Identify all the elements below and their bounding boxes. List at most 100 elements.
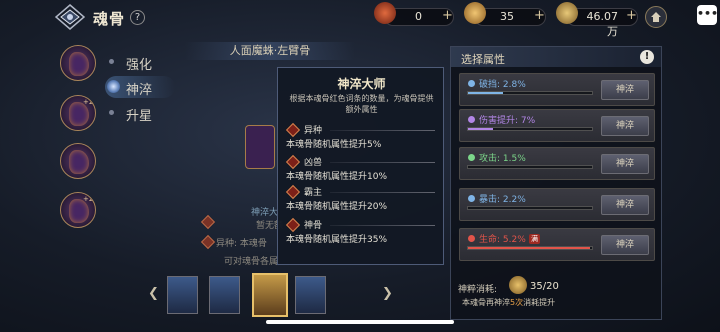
- tab-label: 神淬: [126, 83, 153, 98]
- master-tier-1: 异种 本魂骨随机属性提升5%: [284, 122, 439, 155]
- attribute-progress-fill: [468, 92, 503, 94]
- tier-name: 神骨: [304, 221, 323, 231]
- behind-text-variant: 异种: 本魂骨: [216, 239, 267, 249]
- temper-button[interactable]: 神淬: [601, 235, 649, 255]
- panel-title: 选择属性: [461, 53, 505, 66]
- resource-crimson-crystal-add-button[interactable]: +: [442, 8, 453, 23]
- slot-level-badge: +24: [83, 98, 95, 106]
- soul-medal-icon: [464, 2, 486, 24]
- slot-level-badge: +24: [83, 195, 95, 203]
- attribute-row: 伤害提升: 7% 神淬: [459, 109, 655, 142]
- attribute-dot-icon: [468, 195, 475, 202]
- attribute-progress-bar: [467, 165, 593, 169]
- resource-crimson-crystal-value: 0: [415, 10, 422, 23]
- attribute-row: 攻击: 1.5% 神淬: [459, 147, 655, 180]
- divider: [330, 130, 435, 131]
- soul-bone-icon: [69, 150, 89, 174]
- resource-soul-medal-value: 35: [500, 10, 514, 23]
- attribute-label: 生命: 5.2%: [479, 235, 526, 245]
- home-indicator: [266, 320, 454, 324]
- home-button[interactable]: [645, 6, 667, 28]
- max-tag: 满: [529, 234, 540, 244]
- tab-dot-icon: [109, 110, 114, 115]
- attribute-dot-icon: [468, 116, 475, 123]
- red-gem-icon: [285, 122, 301, 138]
- attribute-dot-icon: [468, 154, 475, 161]
- tooltip-title: 神淬大师: [337, 77, 386, 91]
- temper-button[interactable]: 神淬: [601, 195, 649, 215]
- cost-note-suffix: 消耗提升: [523, 298, 556, 307]
- attribute-dot-icon: [468, 80, 475, 87]
- divider: [330, 162, 435, 163]
- attribute-progress-fill: [468, 128, 493, 130]
- attribute-label: 破挡: 2.8%: [479, 80, 526, 90]
- tooltip-description: 根据本魂骨红色词条的数量，为魂骨提供额外属性: [289, 94, 434, 114]
- master-tier-2: 凶兽 本魂骨随机属性提升10%: [284, 154, 439, 187]
- soul-bone-icon: [69, 52, 89, 76]
- soul-bone-slot-4[interactable]: +24: [60, 192, 96, 228]
- soul-bone-slot-1[interactable]: [60, 45, 96, 81]
- temper-button[interactable]: 神淬: [601, 154, 649, 174]
- character-card[interactable]: [295, 276, 326, 314]
- tab-active-orb-icon: [107, 80, 120, 93]
- tier-effect: 本魂骨随机属性提升5%: [286, 140, 382, 150]
- tab-strengthen[interactable]: 强化: [105, 51, 175, 73]
- attribute-progress-bar: [467, 91, 593, 95]
- panel-header: 选择属性 !: [451, 47, 661, 67]
- resource-gold-coin-add-button[interactable]: +: [626, 8, 637, 23]
- cost-note: 本魂骨再神淬5次消耗提升: [462, 297, 555, 308]
- character-card[interactable]: [209, 276, 240, 314]
- soul-bone-name: 人面魔蛛·左臂骨: [185, 42, 355, 60]
- divider: [330, 225, 435, 226]
- divine-temper-master-tooltip: 神淬大师 根据本魂骨红色词条的数量，为魂骨提供额外属性 异种 本魂骨随机属性提升…: [277, 67, 444, 265]
- soul-bone-emblem-icon: [54, 4, 86, 30]
- cost-note-prefix: 本魂骨再神淬: [462, 298, 510, 307]
- selected-soul-bone-image: [245, 125, 275, 169]
- attribute-progress-fill: [468, 247, 590, 249]
- gold-coin-icon: [556, 2, 578, 24]
- tier-effect: 本魂骨随机属性提升20%: [286, 202, 388, 212]
- character-card-selected[interactable]: [252, 273, 288, 317]
- attribute-progress-bar: [467, 206, 593, 210]
- tab-star-up[interactable]: 升星: [105, 102, 175, 124]
- help-button[interactable]: ?: [130, 10, 145, 25]
- cost-label: 神粹消耗:: [458, 285, 498, 295]
- resource-soul-medal-add-button[interactable]: +: [534, 8, 545, 23]
- attribute-row: 生命: 5.2% 满 神淬: [459, 228, 655, 261]
- prev-character-arrow[interactable]: ❮: [148, 286, 159, 301]
- resource-gold-coin-value: 46.07万: [586, 10, 619, 38]
- behind-text-master: 神淬大: [251, 208, 279, 218]
- chat-button[interactable]: •••: [697, 5, 718, 25]
- tier-effect: 本魂骨随机属性提升10%: [286, 172, 388, 182]
- attribute-row: 暴击: 2.2% 神淬: [459, 188, 655, 221]
- attribute-select-panel: 选择属性 ! 破挡: 2.8% 神淬 伤害提升: 7% 神淬 攻击: 1.5% …: [450, 46, 662, 320]
- soul-bone-slot-3[interactable]: [60, 143, 96, 179]
- red-gem-icon: [285, 217, 301, 233]
- tab-divine-temper[interactable]: 神淬: [105, 76, 175, 98]
- character-card[interactable]: [167, 276, 198, 314]
- crimson-crystal-icon: [374, 2, 396, 24]
- cost-value: 35/20: [530, 281, 559, 292]
- info-button[interactable]: !: [640, 50, 654, 64]
- next-character-arrow[interactable]: ❯: [382, 286, 393, 301]
- tab-label: 升星: [126, 109, 153, 124]
- back-button[interactable]: [54, 4, 86, 30]
- page-title: 魂骨: [93, 10, 126, 28]
- attribute-progress-bar: [467, 246, 593, 250]
- soul-bone-slot-2[interactable]: +24: [60, 95, 96, 131]
- tier-name: 霸主: [304, 188, 323, 198]
- divider: [330, 192, 435, 193]
- attribute-label: 暴击: 2.2%: [479, 195, 526, 205]
- temper-button[interactable]: 神淬: [601, 116, 649, 136]
- top-bar: 魂骨 ? 0 + 35 + 46.07万 + •••: [0, 0, 720, 38]
- temper-button[interactable]: 神淬: [601, 80, 649, 100]
- attribute-label: 伤害提升: 7%: [479, 116, 536, 126]
- master-tier-3: 霸主 本魂骨随机属性提升20%: [284, 184, 439, 217]
- master-tier-4: 神骨 本魂骨随机属性提升35%: [284, 217, 439, 250]
- attribute-label: 攻击: 1.5%: [479, 154, 526, 164]
- red-gem-icon: [285, 184, 301, 200]
- attribute-row: 破挡: 2.8% 神淬: [459, 73, 655, 106]
- divine-essence-icon: [509, 276, 527, 294]
- red-gem-icon: [200, 214, 216, 230]
- tier-name: 异种: [304, 126, 323, 136]
